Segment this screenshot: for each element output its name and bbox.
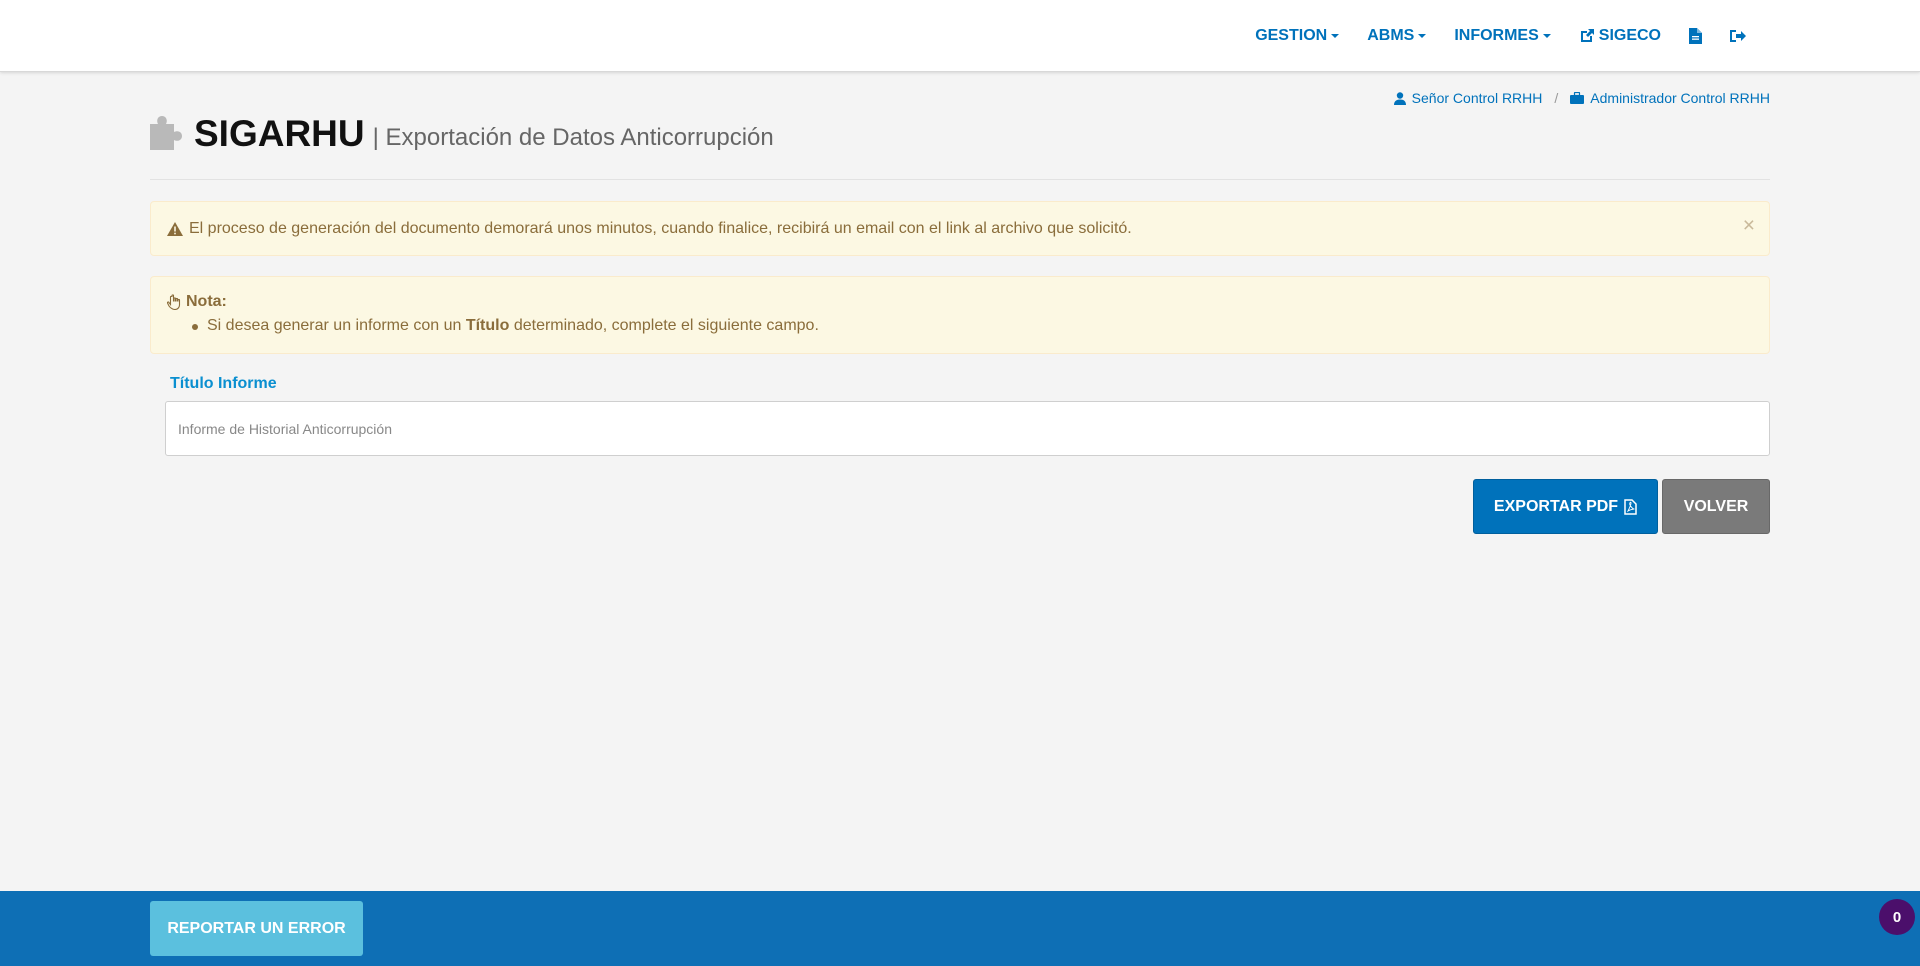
- nav-abms-label: ABMS: [1367, 27, 1415, 44]
- notification-counter-badge[interactable]: 0: [1879, 899, 1915, 935]
- warning-icon: [167, 221, 183, 236]
- caret-down-icon: [1331, 34, 1340, 38]
- document-icon: [1689, 28, 1702, 44]
- nav-menu: GESTION ABMS INFORMES SIGECO: [1241, 0, 1760, 72]
- logout-button[interactable]: [1716, 0, 1760, 72]
- report-error-button[interactable]: REPORTAR UN ERROR: [150, 901, 363, 956]
- note-text-after: determinado, complete el siguiente campo…: [509, 317, 819, 334]
- report-error-label: REPORTAR UN ERROR: [167, 919, 346, 937]
- external-link-icon: [1580, 29, 1594, 42]
- note-list: Si desea generar un informe con un Títul…: [192, 317, 1753, 335]
- nav-gestion-dropdown[interactable]: GESTION: [1241, 0, 1353, 72]
- nav-informes-dropdown[interactable]: INFORMES: [1440, 0, 1564, 72]
- breadcrumb: Señor Control RRHH / Administrador Contr…: [1393, 90, 1770, 106]
- note-header: Nota:: [167, 293, 1753, 311]
- nav-gestion-label: GESTION: [1255, 27, 1328, 44]
- page-header: SIGARHU | Exportación de Datos Anticorru…: [150, 112, 1770, 180]
- back-button-label: VOLVER: [1683, 497, 1749, 515]
- puzzle-icon: [150, 116, 182, 150]
- back-button[interactable]: VOLVER: [1662, 479, 1770, 534]
- nav-abms-dropdown[interactable]: ABMS: [1353, 0, 1440, 72]
- note-title: Nota:: [186, 293, 227, 310]
- caret-down-icon: [1542, 34, 1551, 38]
- breadcrumb-separator: /: [1554, 90, 1559, 106]
- user-icon: [1393, 91, 1406, 105]
- file-pdf-icon: [1624, 498, 1637, 515]
- breadcrumb-user-label: Señor Control RRHH: [1411, 90, 1543, 106]
- note-text-before: Si desea generar un informe con un: [207, 317, 466, 334]
- footer: REPORTAR UN ERROR: [0, 891, 1920, 966]
- page-subtitle: | Exportación de Datos Anticorrupción: [372, 124, 774, 151]
- top-navbar: GESTION ABMS INFORMES SIGECO: [0, 0, 1920, 72]
- export-pdf-label: EXPORTAR PDF: [1493, 497, 1619, 515]
- briefcase-icon: [1570, 92, 1585, 104]
- nav-sigeco-label: SIGECO: [1598, 27, 1661, 44]
- nav-sigeco-link[interactable]: SIGECO: [1565, 0, 1675, 72]
- hand-pointer-icon: [167, 294, 181, 310]
- sign-out-icon: [1730, 30, 1746, 42]
- document-button[interactable]: [1675, 0, 1716, 72]
- breadcrumb-role[interactable]: Administrador Control RRHH: [1570, 90, 1770, 106]
- page-title: SIGARHU: [194, 113, 365, 154]
- note-alert: Nota: Si desea generar un informe con un…: [150, 276, 1770, 354]
- nav-informes-label: INFORMES: [1454, 27, 1539, 44]
- export-pdf-button[interactable]: EXPORTAR PDF: [1473, 479, 1658, 534]
- titulo-informe-label: Título Informe: [170, 375, 277, 392]
- caret-down-icon: [1418, 34, 1427, 38]
- note-text-bold: Título: [465, 317, 510, 334]
- close-icon[interactable]: ×: [1743, 215, 1755, 236]
- note-list-item: Si desea generar un informe con un Títul…: [192, 317, 1753, 335]
- breadcrumb-role-label: Administrador Control RRHH: [1590, 90, 1770, 106]
- warning-alert: El proceso de generación del documento d…: [150, 201, 1770, 256]
- warning-message: El proceso de generación del documento d…: [189, 219, 1132, 237]
- titulo-informe-input[interactable]: [165, 401, 1770, 456]
- breadcrumb-user[interactable]: Señor Control RRHH: [1393, 90, 1543, 106]
